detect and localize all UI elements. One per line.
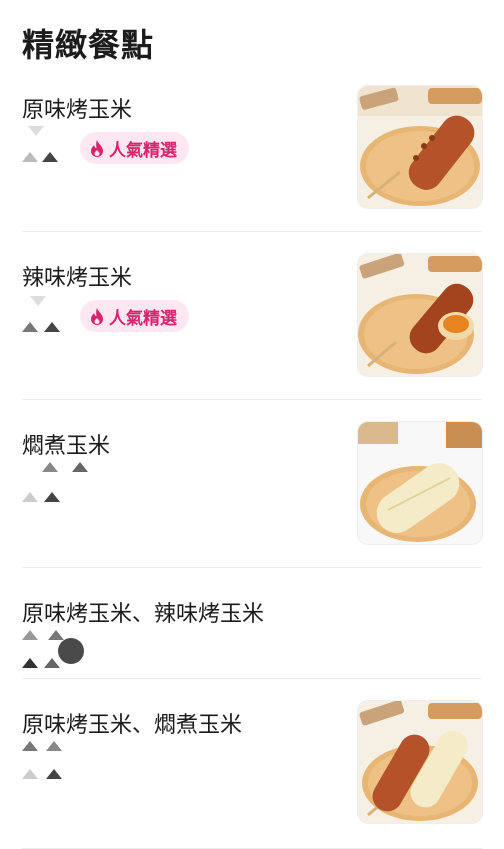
menu-item[interactable]: 原味烤玉米、辣味烤玉米 <box>22 568 482 679</box>
popular-badge: 人氣精選 <box>80 132 189 164</box>
item-name: 燜煮玉米 <box>22 434 111 459</box>
menu-list: 原味烤玉米 人氣精選 辣味烤玉米 人氣精選 燜煮玉米 原味烤玉米、辣味烤玉米 原… <box>0 82 504 849</box>
popular-badge: 人氣精選 <box>80 300 189 332</box>
badge-label: 人氣精選 <box>109 308 177 329</box>
blurred-price <box>22 294 72 344</box>
grilled-corn-original-photo[interactable] <box>358 86 482 208</box>
section-title: 精緻餐點 <box>22 26 155 64</box>
menu-item[interactable]: 原味烤玉米 人氣精選 <box>22 82 482 232</box>
item-name: 辣味烤玉米 <box>22 266 133 291</box>
item-name: 原味烤玉米 <box>22 98 133 123</box>
menu-item[interactable]: 辣味烤玉米 人氣精選 <box>22 232 482 400</box>
fire-icon <box>91 307 103 325</box>
fire-icon <box>91 139 103 157</box>
blurred-price <box>22 630 122 680</box>
menu-item[interactable]: 燜煮玉米 <box>22 400 482 568</box>
badge-label: 人氣精選 <box>109 140 177 161</box>
blurred-price <box>22 124 72 174</box>
blurred-price <box>22 462 102 512</box>
item-name: 原味烤玉米、燜煮玉米 <box>22 713 243 738</box>
grilled-corn-spicy-photo[interactable] <box>358 254 482 376</box>
grilled-and-steamed-corn-photo[interactable] <box>358 701 482 823</box>
item-name: 原味烤玉米、辣味烤玉米 <box>22 602 265 627</box>
menu-item[interactable]: 原味烤玉米、燜煮玉米 <box>22 679 482 849</box>
blurred-price <box>22 741 72 791</box>
steamed-corn-photo[interactable] <box>358 422 482 544</box>
